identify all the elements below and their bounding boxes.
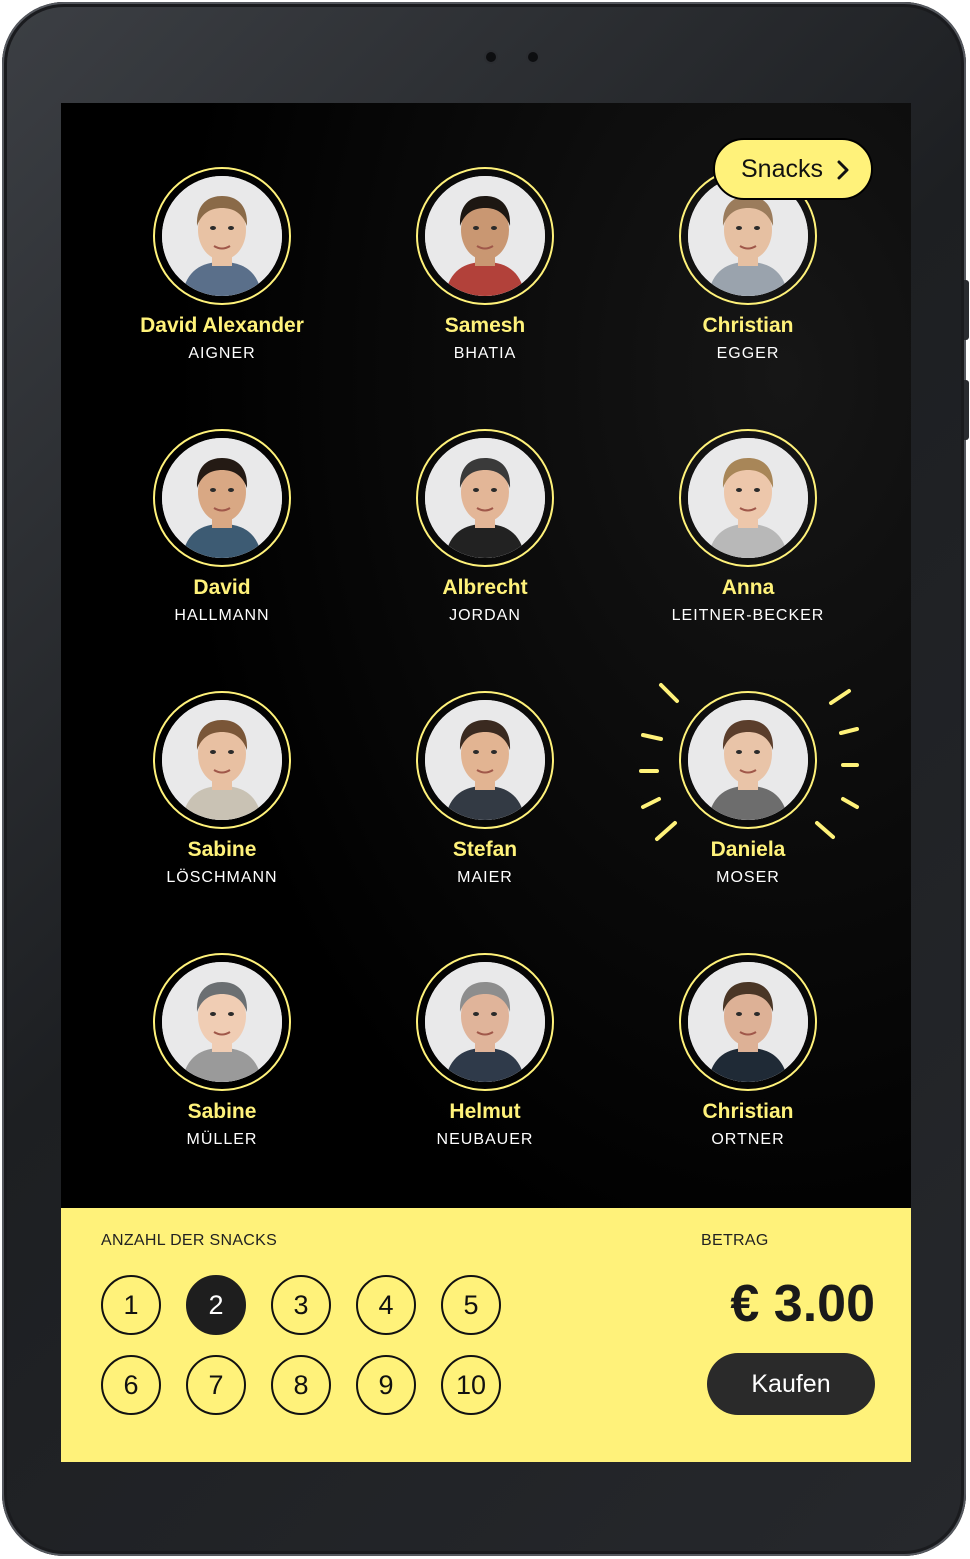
buy-button[interactable]: Kaufen: [707, 1353, 875, 1415]
person-first-name: Sabine: [187, 838, 257, 861]
person-first-name: Albrecht: [442, 576, 528, 599]
quantity-option[interactable]: 3: [271, 1275, 331, 1335]
person-last-name: JORDAN: [449, 607, 521, 624]
person-card[interactable]: Daniela MOSER: [618, 691, 878, 911]
tablet-frame: Snacks David Alexander AIGNER Samesh BHATIA…: [2, 2, 966, 1556]
person-photo: [425, 962, 545, 1082]
person-first-name: Stefan: [452, 838, 518, 861]
person-first-name: Helmut: [449, 1100, 521, 1123]
person-first-name: Daniela: [710, 838, 786, 861]
quantity-option[interactable]: 1: [101, 1275, 161, 1335]
avatar: [162, 176, 282, 296]
app-screen: Snacks David Alexander AIGNER Samesh BHATIA…: [61, 103, 911, 1462]
person-card[interactable]: Helmut NEUBAUER: [355, 953, 615, 1173]
person-last-name: AIGNER: [188, 345, 256, 362]
person-first-name: Sabine: [187, 1100, 257, 1123]
avatar: [688, 438, 808, 558]
person-card[interactable]: David Alexander AIGNER: [92, 167, 352, 387]
person-photo: [425, 176, 545, 296]
quantity-option[interactable]: 2: [186, 1275, 246, 1335]
quantity-option[interactable]: 7: [186, 1355, 246, 1415]
person-first-name: Christian: [702, 1100, 794, 1123]
person-card[interactable]: Albrecht JORDAN: [355, 429, 615, 649]
person-first-name: David Alexander: [140, 314, 304, 337]
person-photo: [162, 700, 282, 820]
quantity-option[interactable]: 9: [356, 1355, 416, 1415]
avatar-ring: [153, 167, 291, 305]
avatar-ring: [416, 691, 554, 829]
amount-value: € 3.00: [730, 1275, 875, 1333]
avatar-ring: [153, 691, 291, 829]
quantity-option[interactable]: 4: [356, 1275, 416, 1335]
quantity-option[interactable]: 6: [101, 1355, 161, 1415]
avatar: [162, 438, 282, 558]
avatar: [425, 438, 545, 558]
person-photo: [162, 438, 282, 558]
person-first-name: Christian: [702, 314, 794, 337]
person-last-name: MÜLLER: [186, 1131, 258, 1148]
person-photo: [162, 176, 282, 296]
person-last-name: MOSER: [716, 869, 780, 886]
person-last-name: MAIER: [457, 869, 513, 886]
avatar: [688, 700, 808, 820]
snacks-button-label: Snacks: [741, 154, 823, 183]
person-last-name: LÖSCHMANN: [166, 869, 278, 886]
avatar: [162, 962, 282, 1082]
person-photo: [425, 438, 545, 558]
sensor-icon: [486, 52, 496, 62]
avatar: [425, 700, 545, 820]
avatar-ring: [679, 953, 817, 1091]
person-photo: [688, 700, 808, 820]
chevron-right-icon: [837, 160, 849, 180]
avatar-ring: [679, 429, 817, 567]
quantity-option[interactable]: 10: [441, 1355, 501, 1415]
avatar-ring: [153, 953, 291, 1091]
person-photo: [162, 962, 282, 1082]
avatar: [688, 962, 808, 1082]
snacks-button[interactable]: Snacks: [713, 138, 873, 200]
person-last-name: ORTNER: [711, 1131, 785, 1148]
person-last-name: LEITNER-BECKER: [671, 607, 825, 624]
person-last-name: EGGER: [716, 345, 780, 362]
amount-label: BETRAG: [701, 1232, 769, 1249]
volume-button: [964, 280, 969, 340]
avatar-ring: [416, 429, 554, 567]
avatar-ring: [153, 429, 291, 567]
person-photo: [688, 962, 808, 1082]
person-last-name: BHATIA: [453, 345, 517, 362]
person-last-name: HALLMANN: [174, 607, 270, 624]
quantity-option[interactable]: 8: [271, 1355, 331, 1415]
person-card[interactable]: David HALLMANN: [92, 429, 352, 649]
person-card[interactable]: Christian ORTNER: [618, 953, 878, 1173]
person-photo: [688, 438, 808, 558]
person-photo: [425, 700, 545, 820]
person-first-name: David: [193, 576, 251, 599]
person-card[interactable]: Christian EGGER: [618, 167, 878, 387]
avatar-ring: [416, 953, 554, 1091]
person-card[interactable]: Samesh BHATIA: [355, 167, 615, 387]
avatar: [162, 700, 282, 820]
purchase-panel: ANZAHL DER SNACKS 1 2 3 4 5 6 7 8 9 10 BETRAG € 3…: [61, 1208, 911, 1462]
avatar-ring: [679, 691, 817, 829]
person-card[interactable]: Sabine MÜLLER: [92, 953, 352, 1173]
person-first-name: Samesh: [444, 314, 526, 337]
power-button: [964, 380, 969, 440]
avatar-ring: [416, 167, 554, 305]
person-card[interactable]: Anna LEITNER-BECKER: [618, 429, 878, 649]
avatar: [425, 962, 545, 1082]
quantity-label: ANZAHL DER SNACKS: [101, 1232, 278, 1249]
front-camera-icon: [528, 52, 538, 62]
person-card[interactable]: Stefan MAIER: [355, 691, 615, 911]
quantity-option[interactable]: 5: [441, 1275, 501, 1335]
avatar: [425, 176, 545, 296]
person-card[interactable]: Sabine LÖSCHMANN: [92, 691, 352, 911]
person-first-name: Anna: [721, 576, 775, 599]
person-last-name: NEUBAUER: [436, 1131, 534, 1148]
